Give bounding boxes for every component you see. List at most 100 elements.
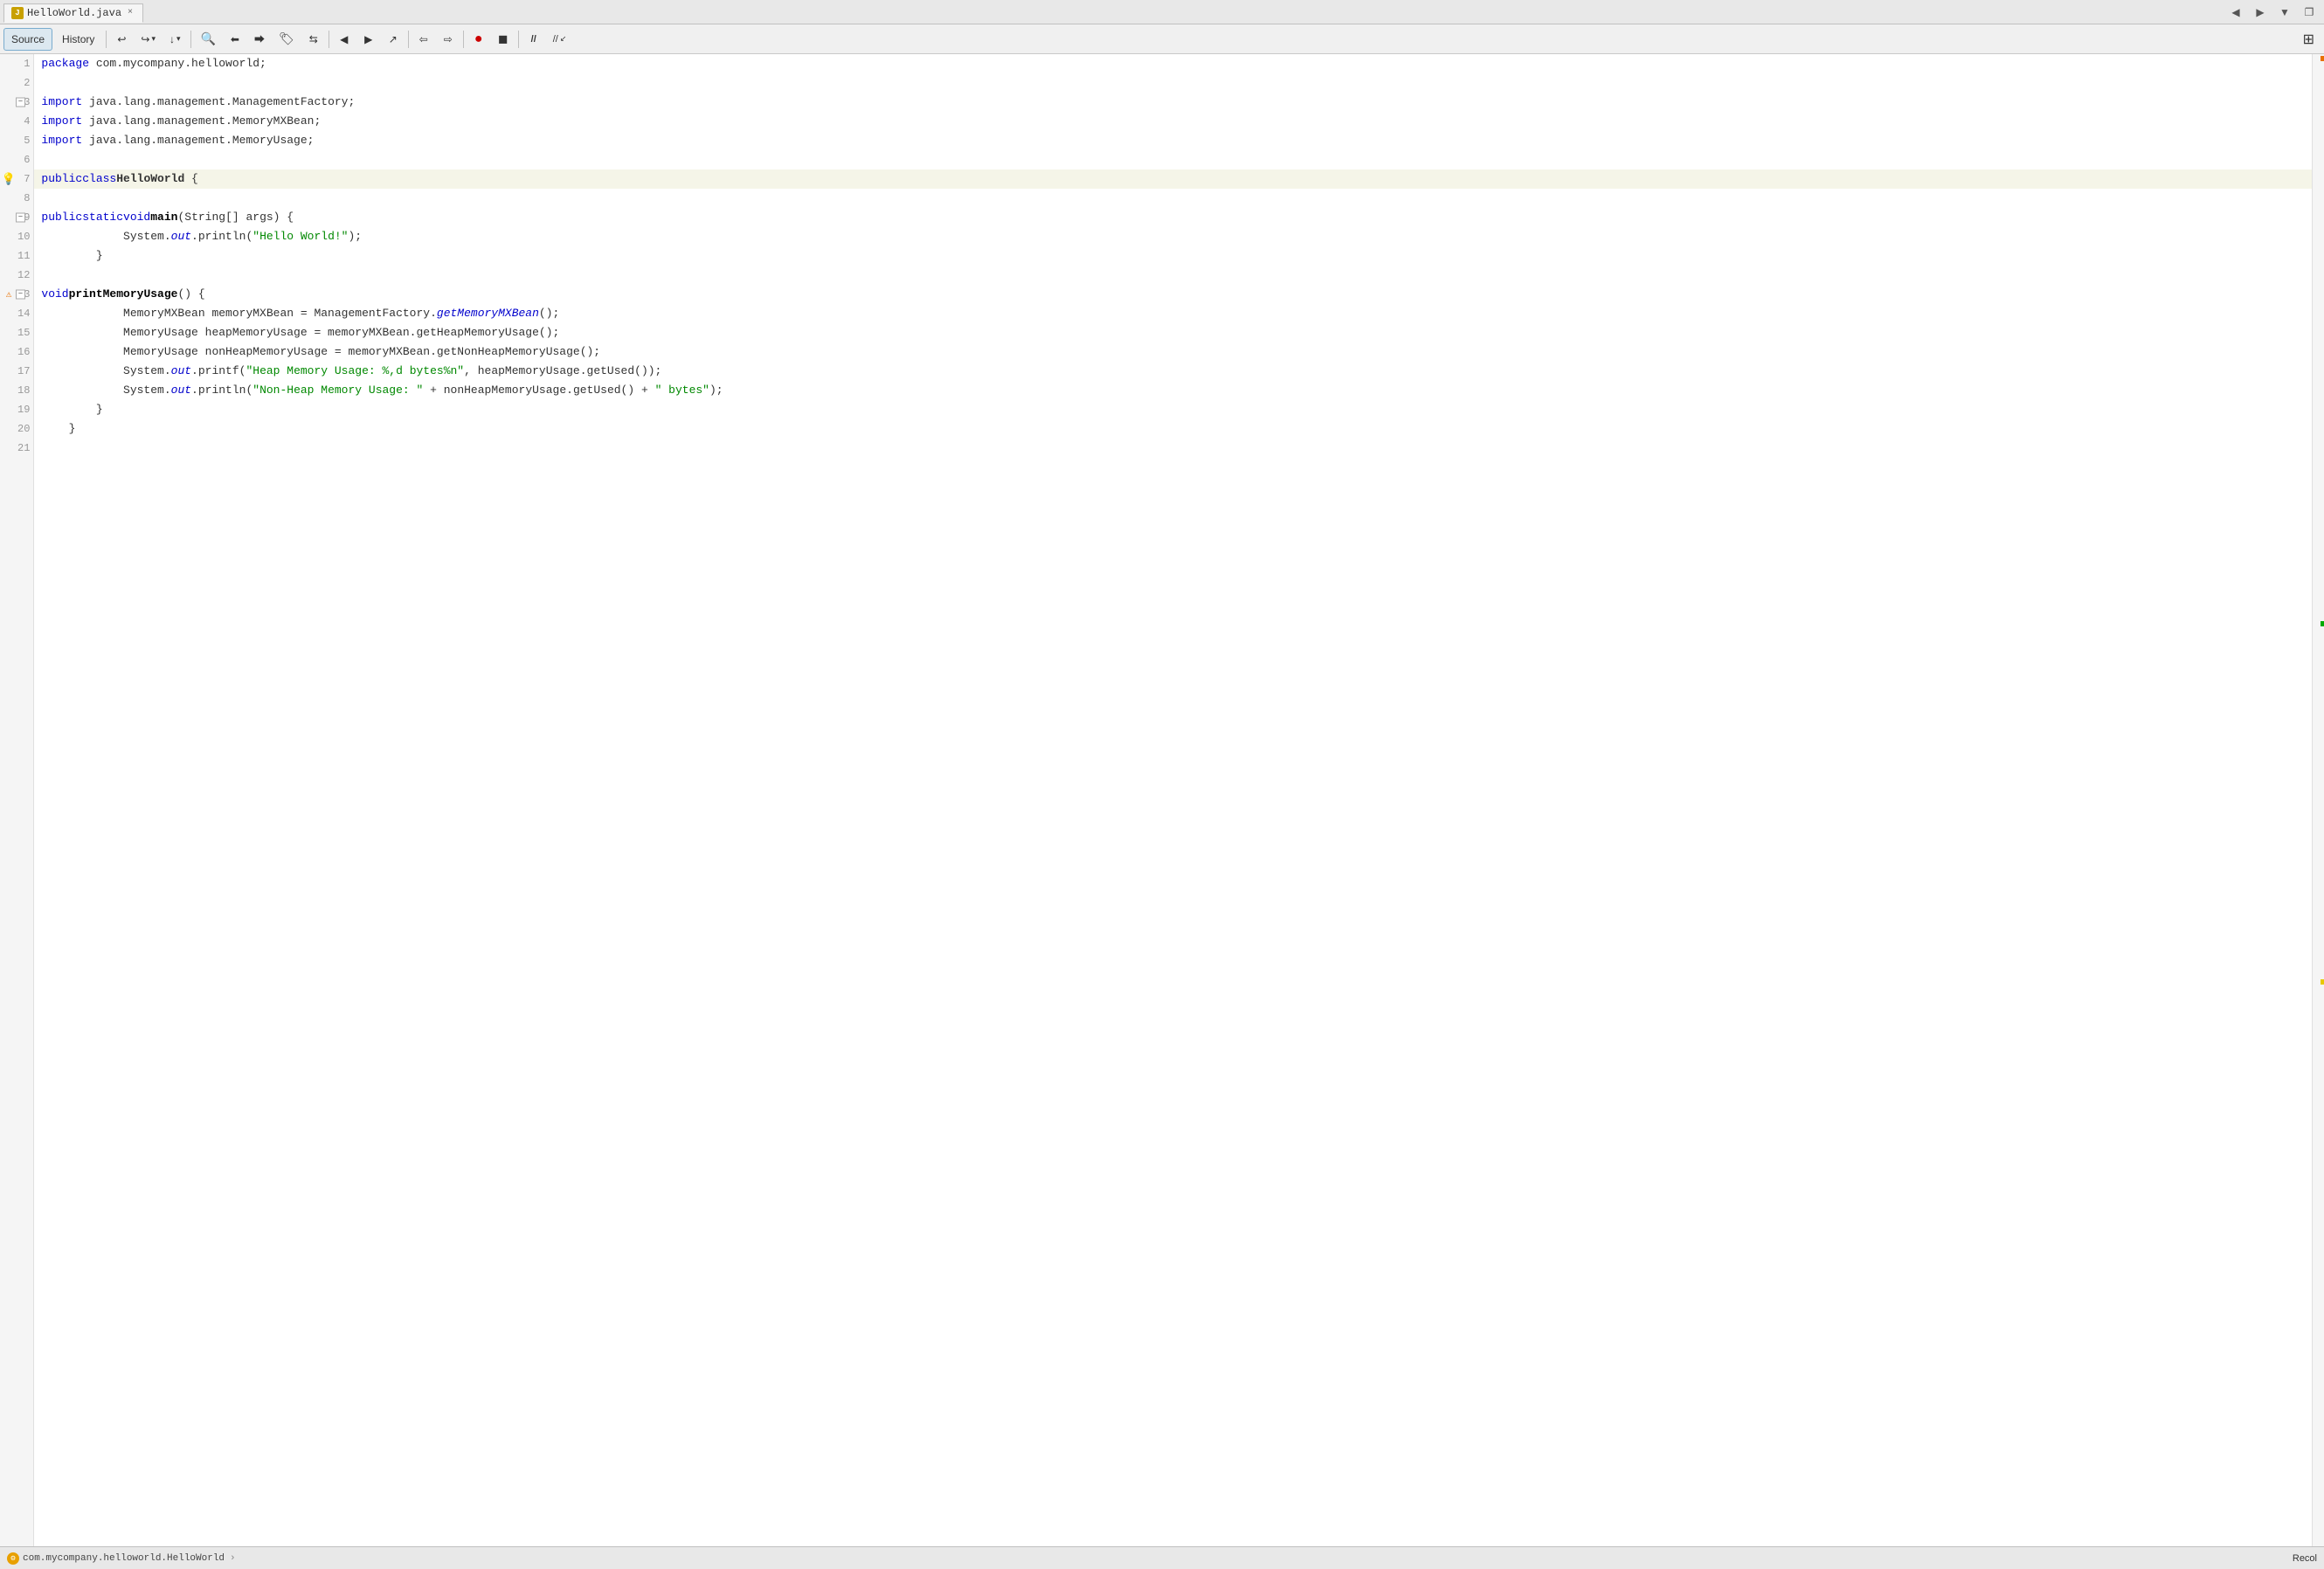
toolbar-sep-6 bbox=[518, 31, 519, 48]
code-line[interactable]: package com.mycompany.helloworld; bbox=[34, 54, 2312, 73]
chevron-down-icon: ▾ bbox=[151, 34, 156, 44]
breadcrumb-path: com.mycompany.helloworld.HelloWorld bbox=[23, 1553, 225, 1564]
file-tab[interactable]: J HelloWorld.java × bbox=[3, 3, 143, 23]
gutter-line: 15 bbox=[0, 323, 33, 342]
nav-forward-button[interactable]: ▶ bbox=[2249, 1, 2272, 24]
code-area[interactable]: package com.mycompany.helloworld; import… bbox=[34, 54, 2312, 1546]
toggle-view-button[interactable]: ⇆ bbox=[302, 28, 325, 51]
prev-occurrence-icon: ⬅ bbox=[231, 33, 239, 45]
code-line[interactable]: void printMemoryUsage() { bbox=[34, 285, 2312, 304]
nav-back-button[interactable]: ◀ bbox=[2224, 1, 2247, 24]
code-line[interactable] bbox=[34, 266, 2312, 285]
next-nav-button[interactable]: ▶ bbox=[357, 28, 380, 51]
search-button[interactable]: 🔍 bbox=[195, 28, 222, 51]
gutter-line: 20 bbox=[0, 419, 33, 439]
line-number: 21 bbox=[17, 442, 30, 454]
right-gutter bbox=[2312, 54, 2324, 1546]
line-number: 1 bbox=[24, 58, 30, 70]
gutter-line: 4 bbox=[0, 112, 33, 131]
back-button[interactable]: ↩ bbox=[110, 28, 133, 51]
diff-prev-button[interactable]: ⇦ bbox=[412, 28, 435, 51]
toggle-bookmark-button[interactable]: 🏷 bbox=[273, 28, 301, 51]
code-line[interactable]: } bbox=[34, 246, 2312, 266]
line-number: 14 bbox=[17, 308, 30, 320]
code-line[interactable]: public static void main(String[] args) { bbox=[34, 208, 2312, 227]
diff-next-button[interactable]: ⇨ bbox=[437, 28, 460, 51]
gutter-line: 8 bbox=[0, 189, 33, 208]
grid-icon: ⊞ bbox=[2303, 31, 2314, 48]
code-line[interactable]: } bbox=[34, 400, 2312, 419]
fold-button[interactable]: − bbox=[16, 213, 25, 223]
record-button[interactable]: ● bbox=[467, 28, 490, 51]
source-tab-button[interactable]: Source bbox=[3, 28, 52, 51]
code-line[interactable]: import java.lang.management.MemoryMXBean… bbox=[34, 112, 2312, 131]
record-icon: ● bbox=[474, 31, 483, 47]
down-icon: ↓ bbox=[169, 33, 175, 45]
line-number: 12 bbox=[17, 269, 30, 281]
hint-bulb-icon[interactable]: 💡 bbox=[2, 172, 16, 186]
gutter-line: 6 bbox=[0, 150, 33, 169]
toggle-icon: ⇆ bbox=[309, 33, 318, 45]
toolbar-sep-2 bbox=[190, 31, 191, 48]
line-number: 17 bbox=[17, 365, 30, 377]
code-line[interactable]: import java.lang.management.MemoryUsage; bbox=[34, 131, 2312, 150]
uncomment-button[interactable]: //↙ bbox=[547, 28, 573, 51]
code-line[interactable]: MemoryUsage nonHeapMemoryUsage = memoryM… bbox=[34, 342, 2312, 362]
code-line[interactable] bbox=[34, 150, 2312, 169]
code-line[interactable]: MemoryMXBean memoryMXBean = ManagementFa… bbox=[34, 304, 2312, 323]
code-line[interactable]: public class HelloWorld { bbox=[34, 169, 2312, 189]
line-number: 7 bbox=[24, 173, 30, 185]
code-line[interactable]: } bbox=[34, 419, 2312, 439]
line-number: 4 bbox=[24, 115, 30, 128]
stop-icon: ◼ bbox=[498, 31, 508, 46]
code-line[interactable]: System.out.println("Hello World!"); bbox=[34, 227, 2312, 246]
fwd-icon: ↪ bbox=[141, 33, 149, 45]
right-marker-ok bbox=[2321, 621, 2324, 626]
prev-occurrence-button[interactable]: ⬅ bbox=[224, 28, 246, 51]
code-line[interactable] bbox=[34, 73, 2312, 93]
gutter-line: ⚠−13 bbox=[0, 285, 33, 304]
fwd-dropdown-button[interactable]: ↪▾ bbox=[135, 28, 162, 51]
nav-down-button[interactable]: ▼ bbox=[2273, 1, 2296, 24]
gutter-line: 1 bbox=[0, 54, 33, 73]
gutter-line: −3 bbox=[0, 93, 33, 112]
line-number: 16 bbox=[17, 346, 30, 358]
line-number: 15 bbox=[17, 327, 30, 339]
gutter-line: 17 bbox=[0, 362, 33, 381]
line-number: 6 bbox=[24, 154, 30, 166]
line-number: 20 bbox=[17, 423, 30, 435]
warning-icon[interactable]: ⚠ bbox=[2, 287, 16, 301]
fold-button[interactable]: − bbox=[16, 290, 25, 300]
code-line[interactable] bbox=[34, 189, 2312, 208]
title-bar-nav: ◀ ▶ ▼ ❐ bbox=[2224, 1, 2321, 24]
code-line[interactable]: MemoryUsage heapMemoryUsage = memoryMXBe… bbox=[34, 323, 2312, 342]
prev-nav-button[interactable]: ◀ bbox=[333, 28, 356, 51]
code-line[interactable]: System.out.println("Non-Heap Memory Usag… bbox=[34, 381, 2312, 400]
stop-button[interactable]: ◼ bbox=[492, 28, 515, 51]
code-line[interactable]: import java.lang.management.ManagementFa… bbox=[34, 93, 2312, 112]
gutter-line: 5 bbox=[0, 131, 33, 150]
down-dropdown-button[interactable]: ↓▾ bbox=[163, 28, 187, 51]
grid-button[interactable]: ⊞ bbox=[2297, 28, 2321, 51]
line-number: 2 bbox=[24, 77, 30, 89]
nav-restore-button[interactable]: ❐ bbox=[2298, 1, 2321, 24]
next-occurrence-button[interactable]: ⮕ bbox=[248, 28, 271, 51]
code-line[interactable] bbox=[34, 439, 2312, 458]
title-bar: J HelloWorld.java × ◀ ▶ ▼ ❐ bbox=[0, 0, 2324, 24]
line-number: 19 bbox=[17, 404, 30, 416]
comment-button[interactable]: // bbox=[522, 28, 545, 51]
diff-prev-icon: ⇦ bbox=[419, 33, 428, 45]
toolbar: Source History ↩ ↪▾ ↓▾ 🔍 ⬅ ⮕ 🏷 ⇆ ◀ ▶ ↗ ⇦… bbox=[0, 24, 2324, 54]
prev-nav-icon: ◀ bbox=[340, 33, 348, 45]
recoil-button[interactable]: Recol bbox=[2293, 1553, 2317, 1564]
fold-button[interactable]: − bbox=[16, 98, 25, 107]
history-tab-button[interactable]: History bbox=[54, 28, 102, 51]
status-class-icon: ⚙ bbox=[7, 1552, 19, 1565]
line-number: 18 bbox=[17, 384, 30, 397]
gutter-line: 16 bbox=[0, 342, 33, 362]
code-line[interactable]: System.out.printf("Heap Memory Usage: %,… bbox=[34, 362, 2312, 381]
jump-out-button[interactable]: ↗ bbox=[382, 28, 405, 51]
toolbar-sep-4 bbox=[408, 31, 409, 48]
close-tab-button[interactable]: × bbox=[125, 8, 135, 18]
gutter-line: 14 bbox=[0, 304, 33, 323]
